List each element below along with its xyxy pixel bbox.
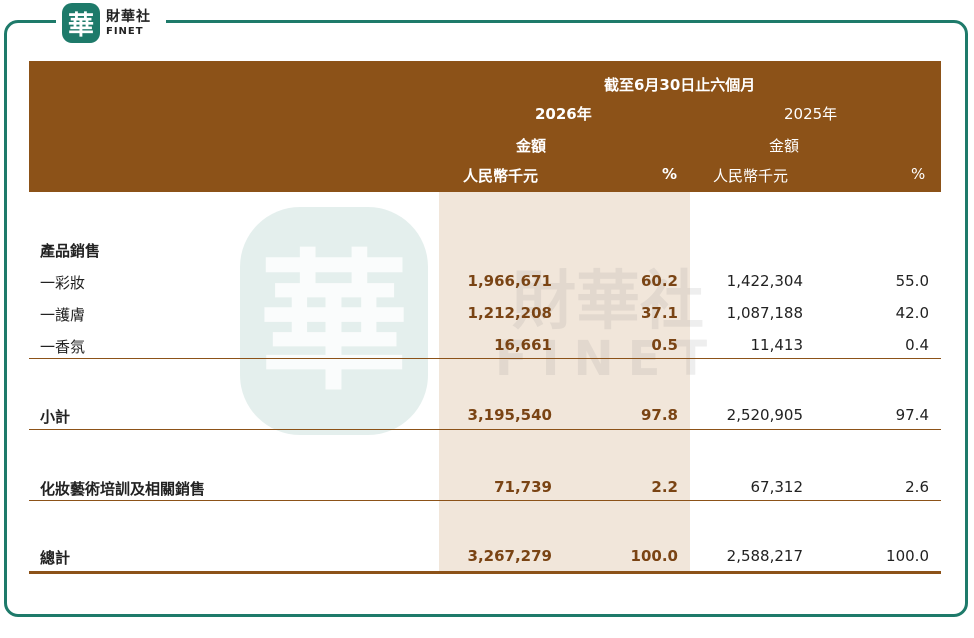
row-label: 小計 bbox=[40, 408, 71, 426]
section-title: 產品銷售 bbox=[40, 242, 101, 260]
current-percent: 37.1 bbox=[640, 304, 678, 322]
prior-amount: 1,422,304 bbox=[726, 272, 803, 290]
current-percent: 100.0 bbox=[630, 547, 678, 565]
logo-seal-icon: 華 bbox=[62, 3, 100, 43]
prior-percent: 97.4 bbox=[895, 406, 929, 424]
prior-amount: 1,087,188 bbox=[726, 304, 803, 322]
table-header: 截至6月30日止六個月 2026年 2025年 金額 金額 人民幣千元 % 人民… bbox=[29, 61, 941, 192]
finet-logo: 華 財華社 FINET bbox=[56, 0, 166, 46]
prior-amount: 67,312 bbox=[750, 478, 804, 496]
prior-percent: 100.0 bbox=[886, 547, 929, 565]
row-label: 總計 bbox=[40, 549, 71, 567]
prior-amount: 2,520,905 bbox=[726, 406, 803, 424]
divider-line bbox=[29, 358, 941, 359]
logo-name-cn: 財華社 bbox=[106, 8, 151, 25]
current-percent: 97.8 bbox=[640, 406, 678, 424]
amount-current-label: 金額 bbox=[516, 137, 547, 155]
row-label: 化妝藝術培訓及相關銷售 bbox=[40, 480, 206, 498]
current-percent: 60.2 bbox=[640, 272, 678, 290]
prior-percent: 0.4 bbox=[905, 336, 929, 354]
prior-percent: 55.0 bbox=[895, 272, 929, 290]
watermark-seal-char: 華 bbox=[259, 235, 409, 411]
current-percent: 0.5 bbox=[651, 336, 678, 354]
prior-amount: 11,413 bbox=[750, 336, 804, 354]
pct-prior-label: % bbox=[911, 165, 926, 183]
amount-prior-label: 金額 bbox=[769, 137, 800, 155]
finet-watermark: 華 財華社 FINET bbox=[240, 207, 707, 435]
row-label: 一彩妝 bbox=[40, 274, 86, 292]
current-percent: 2.2 bbox=[651, 478, 678, 496]
current-amount: 1,966,671 bbox=[467, 272, 552, 290]
total-rule bbox=[29, 571, 941, 574]
divider-line bbox=[29, 500, 941, 501]
row-label: 一護膚 bbox=[40, 306, 86, 324]
current-amount: 16,661 bbox=[494, 336, 552, 354]
prior-percent: 2.6 bbox=[905, 478, 929, 496]
prior-amount: 2,588,217 bbox=[726, 547, 803, 565]
prior-percent: 42.0 bbox=[895, 304, 929, 322]
current-amount: 3,195,540 bbox=[467, 406, 552, 424]
divider-line bbox=[29, 429, 941, 430]
current-amount: 3,267,279 bbox=[467, 547, 552, 565]
current-amount: 1,212,208 bbox=[467, 304, 552, 322]
row-label: 一香氛 bbox=[40, 338, 86, 356]
year-current: 2026年 bbox=[535, 105, 592, 123]
unit-current-label: 人民幣千元 bbox=[463, 167, 539, 185]
year-prior: 2025年 bbox=[784, 105, 838, 123]
period-label: 截至6月30日止六個月 bbox=[604, 76, 756, 94]
logo-name-en: FINET bbox=[106, 25, 144, 37]
unit-prior-label: 人民幣千元 bbox=[713, 167, 789, 185]
pct-current-label: % bbox=[662, 165, 678, 183]
current-amount: 71,739 bbox=[494, 478, 552, 496]
